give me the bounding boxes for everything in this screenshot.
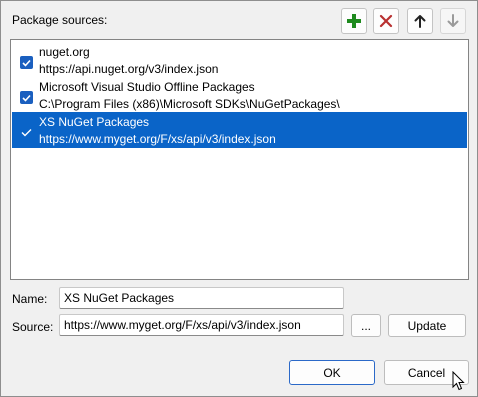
name-input[interactable]: XS NuGet Packages bbox=[59, 287, 344, 309]
checkmark-icon bbox=[22, 59, 31, 67]
enabled-checkbox[interactable] bbox=[20, 126, 33, 139]
checkmark-icon bbox=[21, 129, 32, 137]
move-up-button[interactable] bbox=[407, 8, 433, 34]
package-sources-list[interactable]: nuget.org https://api.nuget.org/v3/index… bbox=[10, 39, 469, 280]
list-item-selected[interactable]: XS NuGet Packages https://www.myget.org/… bbox=[12, 112, 467, 148]
source-name: Microsoft Visual Studio Offline Packages bbox=[39, 80, 255, 94]
browse-button[interactable]: ... bbox=[351, 314, 381, 337]
move-down-button[interactable] bbox=[440, 8, 466, 34]
source-label: Source: bbox=[12, 320, 54, 334]
ok-button[interactable]: OK bbox=[289, 360, 375, 385]
update-button[interactable]: Update bbox=[388, 314, 466, 337]
list-item[interactable]: Microsoft Visual Studio Offline Packages… bbox=[12, 77, 467, 113]
name-label: Name: bbox=[12, 292, 48, 306]
package-sources-dialog: Package sources: nuget.org https://api.n… bbox=[0, 0, 478, 397]
arrow-down-icon bbox=[447, 14, 459, 27]
source-name: XS NuGet Packages bbox=[39, 115, 150, 129]
package-sources-label: Package sources: bbox=[12, 13, 108, 27]
remove-source-button[interactable] bbox=[373, 8, 399, 34]
mouse-pointer-icon bbox=[452, 371, 465, 391]
x-icon bbox=[379, 14, 393, 28]
source-url: C:\Program Files (x86)\Microsoft SDKs\Nu… bbox=[39, 97, 340, 111]
source-input[interactable]: https://www.myget.org/F/xs/api/v3/index.… bbox=[59, 314, 344, 336]
source-url: https://www.myget.org/F/xs/api/v3/index.… bbox=[39, 132, 276, 146]
plus-icon bbox=[347, 14, 361, 28]
arrow-up-icon bbox=[414, 15, 426, 28]
add-source-button[interactable] bbox=[341, 8, 367, 34]
list-item[interactable]: nuget.org https://api.nuget.org/v3/index… bbox=[12, 42, 467, 78]
source-url: https://api.nuget.org/v3/index.json bbox=[39, 62, 219, 76]
source-name: nuget.org bbox=[39, 45, 90, 59]
checkmark-icon bbox=[22, 94, 31, 102]
enabled-checkbox[interactable] bbox=[20, 91, 33, 104]
enabled-checkbox[interactable] bbox=[20, 56, 33, 69]
